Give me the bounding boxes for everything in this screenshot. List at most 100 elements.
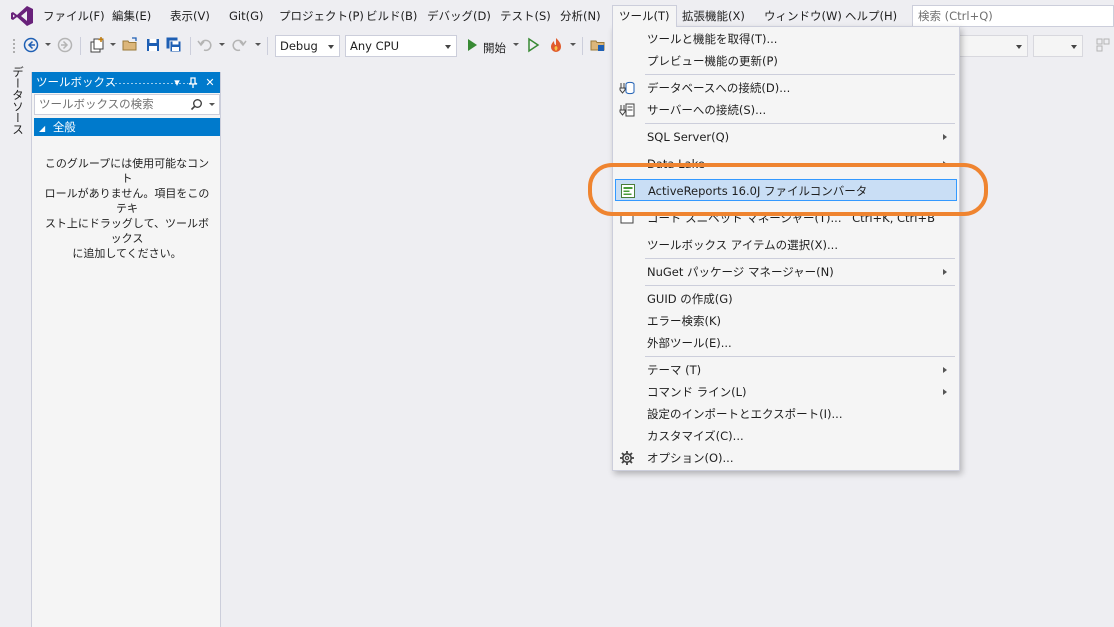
menu-item-sql-server[interactable]: SQL Server(Q) xyxy=(615,126,957,148)
save-all-icon[interactable] xyxy=(165,36,183,54)
menu-analyze[interactable]: 分析(N) xyxy=(554,6,607,26)
toolbox-empty-message: このグループには使用可能なコント ロールがありません。項目をこのテキ スト上にド… xyxy=(44,157,210,260)
undo-dropdown-icon[interactable] xyxy=(219,43,225,46)
menu-item-choose-toolbox-items[interactable]: ツールボックス アイテムの選択(X)... xyxy=(615,234,957,256)
menu-item-activereports-converter[interactable]: ActiveReports 16.0J ファイルコンバータ xyxy=(615,179,957,201)
search-icon[interactable] xyxy=(190,98,203,111)
menu-item-create-guid[interactable]: GUID の作成(G) xyxy=(615,288,957,310)
toolbar-grip[interactable] xyxy=(12,38,16,54)
menu-separator xyxy=(645,123,955,124)
menu-item-label: 外部ツール(E)... xyxy=(647,336,732,350)
undo-icon[interactable] xyxy=(196,36,214,54)
menu-item-nuget-package-manager[interactable]: NuGet パッケージ マネージャー(N) xyxy=(615,261,957,283)
menu-separator xyxy=(645,74,955,75)
menu-item-connect-database[interactable]: データベースへの接続(D)... xyxy=(615,77,957,99)
menu-debug[interactable]: デバッグ(D) xyxy=(421,6,497,26)
toolbox-title: ツールボックス xyxy=(36,75,117,89)
tools-menu-dropdown: ツールと機能を取得(T)... プレビュー機能の更新(P) データベースへの接続… xyxy=(612,26,960,471)
pin-icon[interactable] xyxy=(186,72,200,93)
start-button-label[interactable]: 開始 xyxy=(483,40,506,56)
menu-item-customize[interactable]: カスタマイズ(C)... xyxy=(615,425,957,447)
menu-item-label: コマンド ライン(L) xyxy=(647,385,747,399)
start-without-debugging-icon[interactable] xyxy=(524,36,542,54)
menu-item-error-lookup[interactable]: エラー検索(K) xyxy=(615,310,957,332)
menu-item-import-export-settings[interactable]: 設定のインポートとエクスポート(I)... xyxy=(615,403,957,425)
toolbox-search-input[interactable]: ツールボックスの検索 xyxy=(34,94,220,115)
visual-studio-logo-icon[interactable] xyxy=(10,5,34,27)
activereports-converter-icon xyxy=(621,184,635,198)
forward-icon[interactable] xyxy=(56,36,74,54)
toolbox-group-general[interactable]: ◢ 全般 xyxy=(34,118,220,136)
gear-icon xyxy=(620,451,634,465)
solution-config-value: Debug xyxy=(280,39,318,53)
menu-item-get-tools[interactable]: ツールと機能を取得(T)... xyxy=(615,28,957,50)
menu-item-code-snippets-manager[interactable]: コード スニペット マネージャー(T)... Ctrl+K, Ctrl+B xyxy=(615,207,957,229)
back-icon[interactable] xyxy=(22,36,40,54)
menu-item-label: ツールボックス アイテムの選択(X)... xyxy=(647,238,838,252)
submenu-arrow-icon xyxy=(943,269,947,275)
menu-item-command-line[interactable]: コマンド ライン(L) xyxy=(615,381,957,403)
hot-reload-dropdown-icon[interactable] xyxy=(570,43,576,46)
chevron-down-icon xyxy=(445,45,451,49)
menu-separator xyxy=(645,258,955,259)
close-icon[interactable]: ✕ xyxy=(203,72,217,93)
open-folder-icon[interactable] xyxy=(121,36,139,54)
save-icon[interactable] xyxy=(144,36,162,54)
menu-item-label: サーバーへの接続(S)... xyxy=(647,103,767,117)
submenu-arrow-icon xyxy=(943,161,947,167)
toolbar-grid-icon[interactable] xyxy=(1094,36,1112,54)
menu-item-label: オプション(O)... xyxy=(647,451,734,465)
menu-project[interactable]: プロジェクト(P) xyxy=(273,6,370,26)
menu-item-label: 設定のインポートとエクスポート(I)... xyxy=(647,407,843,421)
search-options-chevron-down-icon[interactable] xyxy=(209,103,215,106)
menu-item-label: テーマ (T) xyxy=(647,363,702,377)
new-dropdown-icon[interactable] xyxy=(110,43,116,46)
data-sources-tab[interactable]: データソース xyxy=(4,66,26,136)
menu-git[interactable]: Git(G) xyxy=(223,6,270,26)
redo-icon[interactable] xyxy=(230,36,248,54)
menu-item-connect-server[interactable]: サーバーへの接続(S)... xyxy=(615,99,957,121)
menu-test[interactable]: テスト(S) xyxy=(494,6,557,26)
menu-item-label: Data Lake xyxy=(647,157,705,171)
submenu-arrow-icon xyxy=(943,389,947,395)
toolbox-group-label: 全般 xyxy=(52,120,76,134)
start-debug-icon[interactable] xyxy=(463,36,481,54)
menu-item-external-tools[interactable]: 外部ツール(E)... xyxy=(615,332,957,354)
solution-platform-select[interactable]: Any CPU xyxy=(345,35,457,57)
menu-file[interactable]: ファイル(F) xyxy=(37,6,111,26)
toolbox-header[interactable]: ツールボックス ▾ ✕ xyxy=(32,72,220,93)
menu-item-label: プレビュー機能の更新(P) xyxy=(647,54,778,68)
menu-extensions[interactable]: 拡張機能(X) xyxy=(676,6,751,26)
menu-window[interactable]: ウィンドウ(W) xyxy=(758,6,848,26)
toolbar-separator xyxy=(267,37,268,55)
collapse-triangle-icon: ◢ xyxy=(39,124,46,133)
menu-tools[interactable]: ツール(T) xyxy=(612,5,677,27)
search-input[interactable]: 検索 (Ctrl+Q) xyxy=(912,5,1114,27)
menu-item-options[interactable]: オプション(O)... xyxy=(615,447,957,469)
window-options-icon[interactable]: ▾ xyxy=(170,72,184,93)
new-project-icon[interactable] xyxy=(88,36,106,54)
menu-item-label: ActiveReports 16.0J ファイルコンバータ xyxy=(648,184,868,198)
menu-view[interactable]: 表示(V) xyxy=(164,6,216,26)
browse-folder-icon[interactable] xyxy=(589,36,607,54)
menu-item-theme[interactable]: テーマ (T) xyxy=(615,359,957,381)
menu-item-data-lake[interactable]: Data Lake xyxy=(615,153,957,175)
menu-item-label: データベースへの接続(D)... xyxy=(647,81,791,95)
menu-item-label: エラー検索(K) xyxy=(647,314,722,328)
menu-item-preview-features[interactable]: プレビュー機能の更新(P) xyxy=(615,50,957,72)
menu-build[interactable]: ビルド(B) xyxy=(360,6,423,26)
back-dropdown-icon[interactable] xyxy=(45,43,51,46)
menu-edit[interactable]: 編集(E) xyxy=(106,6,157,26)
chevron-down-icon xyxy=(1071,45,1077,49)
menu-help[interactable]: ヘルプ(H) xyxy=(839,6,903,26)
menu-item-label: ツールと機能を取得(T)... xyxy=(647,32,778,46)
toolbar-combo-disabled[interactable] xyxy=(958,35,1028,57)
start-dropdown-icon[interactable] xyxy=(513,43,519,46)
solution-config-select[interactable]: Debug xyxy=(275,35,340,57)
redo-dropdown-icon[interactable] xyxy=(255,43,261,46)
toolbar-combo-disabled[interactable] xyxy=(1033,35,1083,57)
data-sources-tab-label: データソース xyxy=(11,66,25,135)
hot-reload-icon[interactable] xyxy=(547,36,565,54)
toolbar-separator xyxy=(80,37,81,55)
menu-item-label: NuGet パッケージ マネージャー(N) xyxy=(647,265,834,279)
